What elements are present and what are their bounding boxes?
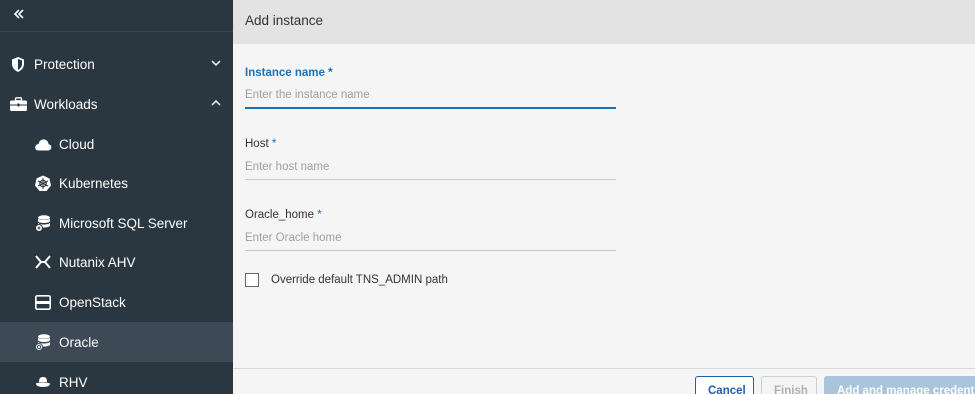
kubernetes-icon	[34, 174, 52, 192]
oracle-home-field-group: Oracle_home *	[245, 209, 616, 251]
host-input[interactable]	[245, 154, 616, 180]
instance-name-field-group: Instance name *	[245, 67, 616, 109]
required-marker: *	[271, 138, 277, 150]
cloud-icon	[34, 135, 52, 153]
sidebar-item-label: Protection	[34, 56, 95, 72]
nutanix-icon	[34, 253, 52, 271]
openstack-icon	[34, 293, 52, 311]
dialog-footer: Cancel Finish Add and manage credentials	[233, 368, 975, 394]
override-tns-admin-label: Override default TNS_ADMIN path	[271, 274, 448, 286]
rhv-icon	[34, 373, 52, 391]
override-tns-admin-checkbox[interactable]	[245, 273, 259, 287]
host-field-group: Host *	[245, 138, 616, 180]
sidebar-item-label: OpenStack	[59, 294, 126, 310]
double-chevron-left-icon	[13, 9, 24, 19]
database-icon	[34, 333, 52, 351]
sidebar-item-nutanix-ahv[interactable]: Nutanix AHV	[0, 242, 233, 282]
briefcase-icon	[9, 95, 27, 113]
sidebar-item-label: Oracle	[59, 334, 99, 350]
sidebar-item-workloads[interactable]: Workloads	[0, 84, 233, 124]
required-marker: *	[317, 209, 322, 221]
sidebar-item-mssql[interactable]: Microsoft SQL Server	[0, 203, 233, 243]
instance-name-label: Instance name *	[245, 67, 333, 79]
sidebar-item-protection[interactable]: Protection	[0, 44, 233, 84]
shield-icon	[9, 55, 27, 73]
sidebar-item-label: Workloads	[34, 96, 98, 112]
sidebar-item-openstack[interactable]: OpenStack	[0, 282, 233, 322]
oracle-home-input[interactable]	[245, 225, 616, 251]
sidebar-item-cloud[interactable]: Cloud	[0, 124, 233, 164]
finish-button[interactable]: Finish	[761, 376, 817, 394]
sidebar-item-rhv[interactable]: RHV	[0, 362, 233, 394]
oracle-home-label: Oracle_home *	[245, 209, 322, 221]
add-instance-form: Instance name * Host * Oracle_home * Ove…	[233, 44, 975, 369]
sidebar: Protection Workloads Cloud Kubernetes Mi…	[0, 0, 233, 394]
dialog-title: Add instance	[245, 13, 324, 28]
sidebar-divider	[0, 31, 233, 32]
sidebar-item-kubernetes[interactable]: Kubernetes	[0, 163, 233, 203]
override-tns-admin-row: Override default TNS_ADMIN path	[245, 273, 448, 287]
sidebar-item-label: Kubernetes	[59, 175, 129, 191]
database-icon	[34, 214, 52, 232]
sidebar-item-label: Microsoft SQL Server	[59, 215, 188, 231]
sidebar-item-label: Nutanix AHV	[59, 254, 136, 270]
host-label: Host *	[245, 138, 277, 150]
add-and-manage-credentials-button[interactable]: Add and manage credentials	[824, 376, 975, 394]
sidebar-item-label: RHV	[59, 374, 88, 390]
chevron-up-icon	[211, 99, 221, 106]
collapse-sidebar-button[interactable]	[8, 3, 30, 25]
cancel-button[interactable]: Cancel	[695, 376, 754, 394]
sidebar-item-oracle[interactable]: Oracle	[0, 322, 233, 362]
sidebar-item-label: Cloud	[59, 136, 95, 152]
chevron-down-icon	[211, 60, 221, 67]
instance-name-input[interactable]	[245, 83, 616, 109]
dialog-header: Add instance	[233, 0, 975, 44]
required-marker: *	[328, 67, 333, 79]
